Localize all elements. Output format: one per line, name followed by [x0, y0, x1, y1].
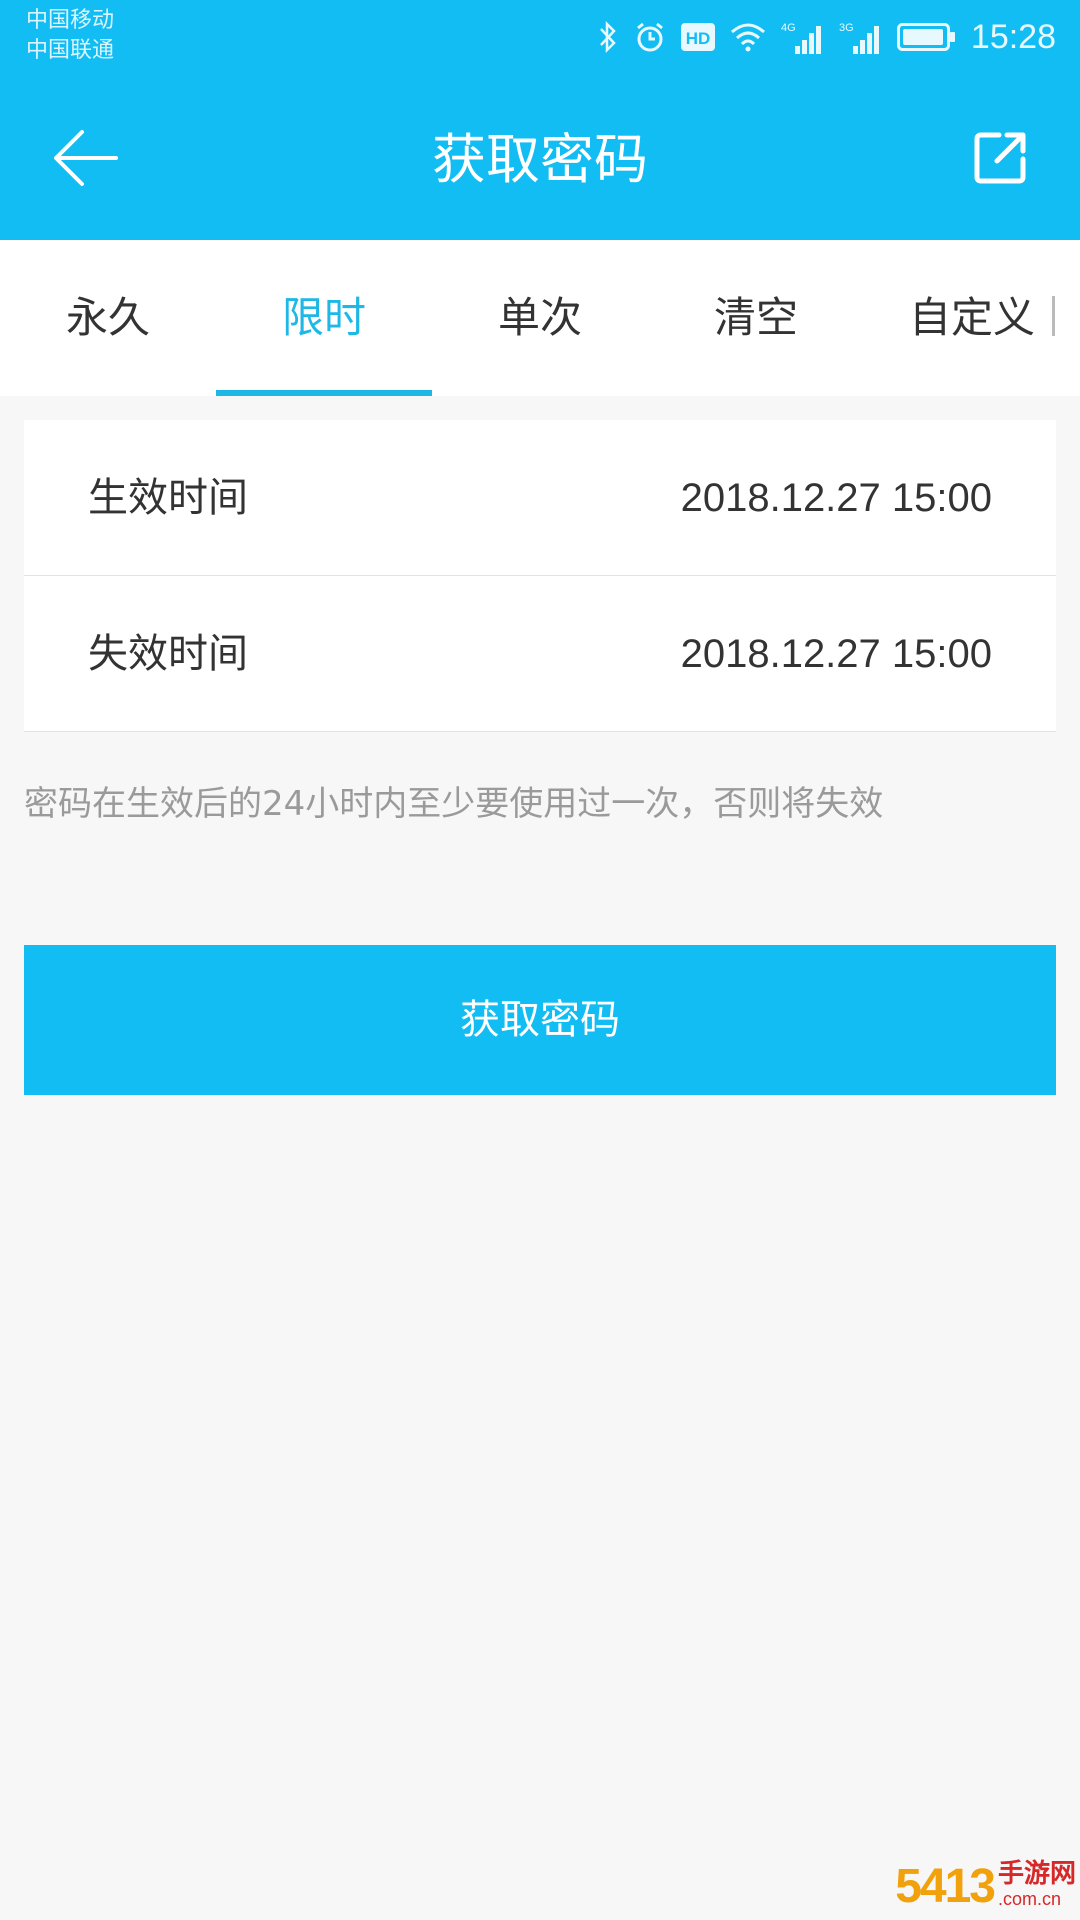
tab-bar: 永久 限时 单次 清空 自定义: [0, 240, 1080, 396]
tab-custom[interactable]: 自定义: [864, 240, 1080, 396]
get-password-button[interactable]: 获取密码: [24, 945, 1056, 1095]
network-3g-label: 3G: [839, 22, 854, 34]
bluetooth-icon: [597, 20, 619, 54]
alarm-icon: [633, 20, 667, 54]
watermark-bottom: .com.cn: [997, 1889, 1062, 1909]
external-link-icon: [971, 129, 1029, 191]
signal-3g-icon: 3G: [839, 20, 883, 54]
tab-single-use[interactable]: 单次: [432, 240, 648, 396]
usage-hint: 密码在生效后的24小时内至少要使用过一次，否则将失效: [24, 784, 884, 824]
carrier-1: 中国移动: [26, 8, 115, 33]
expiry-time-label: 失效时间: [88, 631, 248, 677]
effective-time-value: 2018.12.27 15:00: [680, 476, 992, 520]
watermark-brand: 5413: [895, 1859, 996, 1913]
tab-overflow-edge: [1052, 296, 1055, 336]
page-title: 获取密码: [432, 128, 648, 191]
hd-label: HD: [686, 29, 711, 48]
expiry-time-value: 2018.12.27 15:00: [680, 632, 992, 676]
app-bar: 获取密码: [0, 80, 1080, 240]
wifi-icon: [729, 22, 767, 52]
signal-4g-icon: 4G: [781, 20, 825, 54]
carrier-2: 中国联通: [26, 38, 115, 63]
hd-icon: HD: [680, 23, 715, 51]
tab-permanent[interactable]: 永久: [0, 240, 216, 396]
watermark-top: 手游网: [997, 1858, 1076, 1888]
active-tab-indicator: [216, 390, 432, 396]
time-settings-card: 生效时间 2018.12.27 15:00 失效时间 2018.12.27 15…: [24, 420, 1056, 732]
watermark-text: 手游网 .com.cn: [998, 1860, 1076, 1912]
share-button[interactable]: [960, 120, 1040, 200]
network-4g-label: 4G: [781, 22, 796, 34]
tab-time-limited[interactable]: 限时: [216, 240, 432, 396]
effective-time-label: 生效时间: [88, 475, 248, 521]
status-bar: 中国移动 中国联通 HD 4G 3G 15:28: [0, 0, 1080, 80]
tab-clear[interactable]: 清空: [648, 240, 864, 396]
carrier-info: 中国移动 中国联通: [26, 6, 114, 66]
expiry-time-row[interactable]: 失效时间 2018.12.27 15:00: [24, 576, 1056, 732]
clock: 15:28: [970, 17, 1056, 56]
status-icons: HD 4G 3G 15:28: [597, 12, 1056, 62]
effective-time-row[interactable]: 生效时间 2018.12.27 15:00: [24, 420, 1056, 576]
watermark-logo: 5413 手游网 .com.cn: [895, 1856, 1076, 1916]
battery-icon: [896, 23, 957, 51]
